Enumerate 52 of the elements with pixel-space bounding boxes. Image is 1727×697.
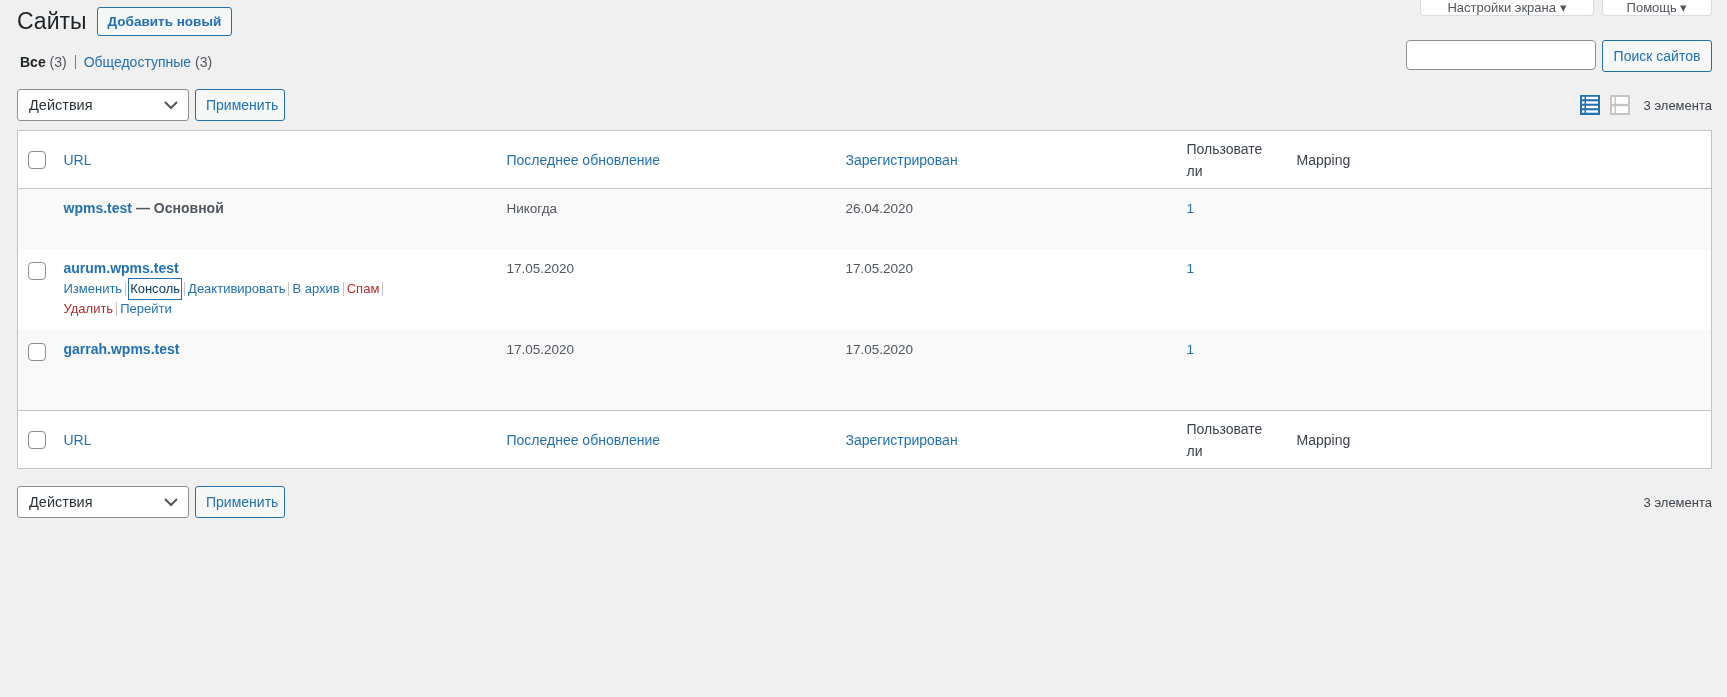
row-checkbox[interactable] bbox=[28, 342, 46, 361]
row-action-link[interactable]: Деактивировать bbox=[188, 278, 286, 299]
column-header[interactable]: URL bbox=[63, 151, 92, 168]
users-count-link[interactable]: 1 bbox=[1186, 341, 1194, 357]
column-header[interactable]: URL bbox=[63, 431, 92, 448]
table-cell: 17.05.2020 bbox=[506, 341, 575, 357]
site-link[interactable]: aurum.wpms.test bbox=[63, 259, 179, 276]
row-action-link[interactable]: Удалить bbox=[63, 298, 114, 319]
filter-link[interactable]: Все (3) bbox=[20, 54, 67, 70]
page-title: Сайты bbox=[17, 8, 87, 35]
table-cell: Никогда bbox=[506, 201, 558, 216]
filter-link[interactable]: Общедоступные (3) bbox=[83, 54, 213, 70]
table-cell: 26.04.2020 bbox=[845, 201, 914, 216]
list-view-icon[interactable] bbox=[1579, 95, 1600, 115]
row-action-link[interactable]: В архив bbox=[292, 278, 340, 299]
users-count-link[interactable]: 1 bbox=[1186, 201, 1194, 216]
screen-tab[interactable]: Настройки экрана ▾ bbox=[1420, 0, 1594, 16]
select-all-checkbox[interactable] bbox=[28, 150, 46, 169]
row-action-link[interactable]: Спам bbox=[346, 278, 380, 299]
users-count-link[interactable]: 1 bbox=[1186, 260, 1194, 276]
column-header[interactable]: Последнее обновление bbox=[506, 431, 661, 448]
item-count: 3 элемента bbox=[1643, 97, 1712, 113]
column-header[interactable]: Зарегистрирован bbox=[845, 431, 958, 448]
row-action-link[interactable]: Изменить bbox=[63, 278, 123, 299]
column-header[interactable]: Зарегистрирован bbox=[845, 151, 958, 168]
item-count: 3 элемента bbox=[1643, 494, 1712, 510]
column-header: Mapping bbox=[1296, 431, 1351, 448]
bulk-actions-dropdown[interactable]: Действия bbox=[17, 486, 189, 518]
add-new-button[interactable]: Добавить новый bbox=[96, 7, 233, 36]
apply-button[interactable]: Применить bbox=[195, 486, 285, 518]
search-button[interactable]: Поиск сайтов bbox=[1602, 40, 1712, 72]
site-link[interactable]: wpms.test bbox=[63, 200, 132, 216]
excerpt-view-icon[interactable] bbox=[1609, 95, 1630, 115]
screen-tab[interactable]: Помощь ▾ bbox=[1602, 0, 1712, 16]
column-header: Пользователи bbox=[1186, 419, 1264, 461]
row-action-link[interactable]: Консоль bbox=[129, 278, 182, 299]
bulk-actions-dropdown[interactable]: Действия bbox=[17, 89, 189, 121]
site-label: — Основной bbox=[135, 200, 224, 216]
apply-button[interactable]: Применить bbox=[195, 89, 285, 121]
table-cell: 17.05.2020 bbox=[845, 341, 914, 357]
chevron-down-icon bbox=[164, 100, 178, 110]
chevron-down-icon bbox=[164, 497, 178, 507]
column-header[interactable]: Последнее обновление bbox=[506, 151, 661, 168]
column-header: Пользователи bbox=[1186, 139, 1264, 181]
row-action-link[interactable]: Перейти bbox=[120, 298, 172, 319]
table-cell: 17.05.2020 bbox=[845, 260, 914, 276]
site-link[interactable]: garrah.wpms.test bbox=[63, 340, 180, 357]
search-field[interactable] bbox=[1406, 40, 1596, 70]
row-checkbox[interactable] bbox=[28, 261, 46, 280]
select-all-checkbox[interactable] bbox=[28, 430, 46, 449]
table-cell: 17.05.2020 bbox=[506, 260, 575, 276]
column-header: Mapping bbox=[1296, 151, 1351, 168]
